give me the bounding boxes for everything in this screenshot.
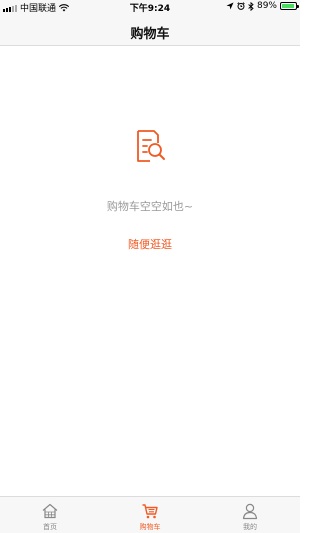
nav-bar: 购物车	[0, 14, 300, 46]
browse-button[interactable]: 随便逛逛	[128, 236, 172, 252]
tab-cart[interactable]: 购物车	[100, 497, 200, 533]
empty-cart-message: 购物车空空如也~	[106, 200, 194, 213]
home-icon	[42, 503, 58, 519]
battery-icon	[280, 2, 299, 10]
person-icon	[242, 503, 258, 520]
tab-cart-label: 购物车	[139, 523, 161, 531]
cart-empty-search-icon	[137, 130, 165, 162]
cart-icon	[142, 504, 158, 519]
tab-bar: 首页 购物车 我的	[0, 496, 300, 533]
tab-profile-label: 我的	[243, 523, 257, 531]
tab-home-label: 首页	[43, 523, 57, 531]
page-title: 购物车	[130, 27, 170, 42]
status-bar: 中国联通 下午9:24 89%	[0, 0, 300, 14]
location-icon	[226, 2, 234, 10]
tab-home[interactable]: 首页	[0, 497, 100, 533]
bluetooth-icon	[248, 1, 254, 11]
tab-profile[interactable]: 我的	[200, 497, 300, 533]
empty-state: 购物车空空如也~ 随便逛逛	[0, 128, 300, 252]
battery-percent: 89%	[256, 1, 277, 11]
battery-fill	[282, 4, 294, 8]
alarm-icon	[237, 2, 245, 10]
status-right: 89%	[226, 1, 299, 11]
cart-screen: 中国联通 下午9:24 89% 购物车 购物车空空如也~ 随便逛逛 首页 购物车…	[0, 0, 300, 533]
